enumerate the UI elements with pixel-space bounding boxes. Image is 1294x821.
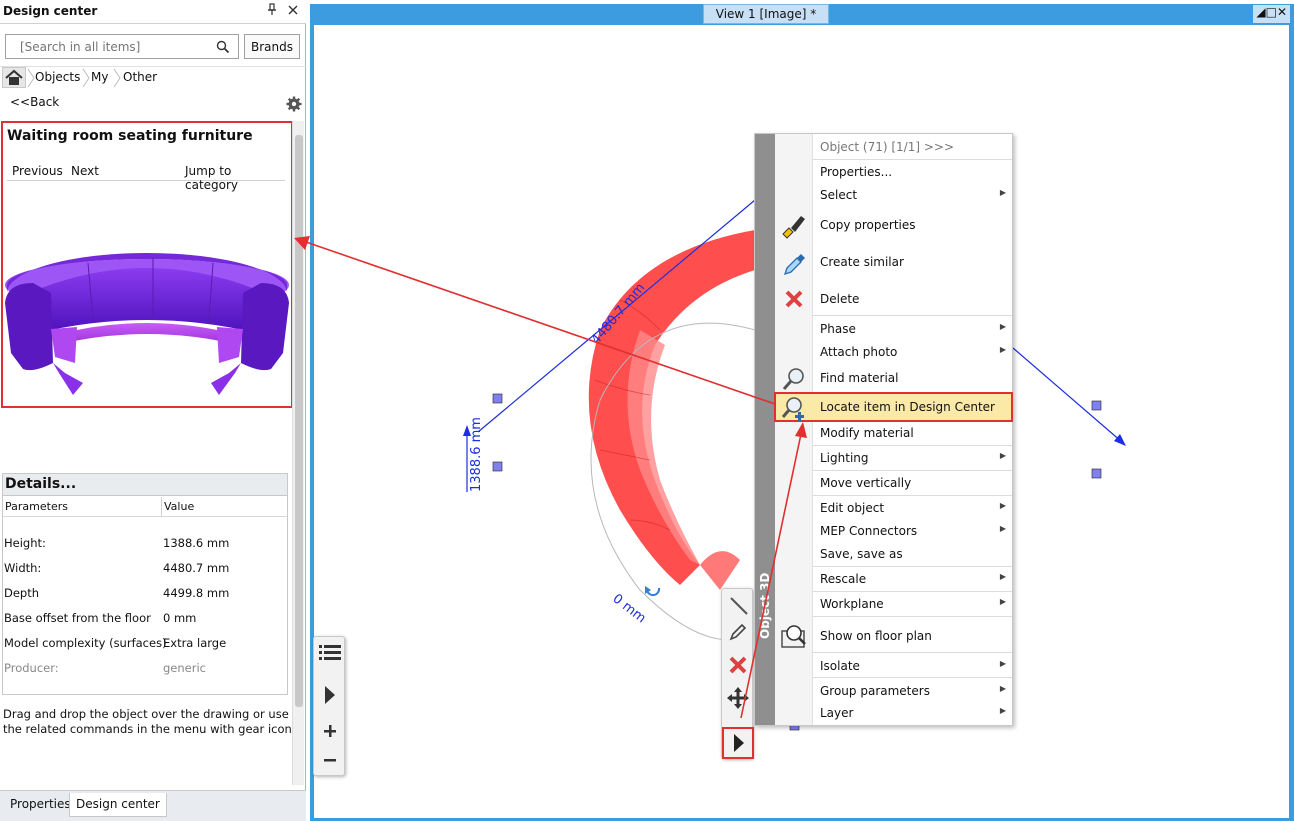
- menu-item-label: Lighting: [820, 451, 869, 465]
- list-icon[interactable]: [318, 641, 342, 665]
- eyedropper-icon: [783, 254, 805, 276]
- grip-handle[interactable]: [492, 393, 503, 404]
- expand-toolbar-button[interactable]: [722, 727, 754, 759]
- rotation-dimension-label[interactable]: 0 mm: [610, 591, 649, 626]
- submenu-arrow-icon: ▶: [999, 501, 1006, 510]
- menu-item-label: Show on floor plan: [820, 629, 932, 643]
- play-icon[interactable]: [318, 683, 342, 707]
- menu-item-label: Move vertically: [820, 476, 912, 490]
- submenu-arrow-icon: ▶: [999, 524, 1006, 533]
- rotate-handle-icon[interactable]: [645, 586, 661, 597]
- move-icon[interactable]: [726, 686, 750, 710]
- depth-arrow-icon: [1114, 434, 1126, 446]
- floor-plan-icon: [781, 625, 806, 648]
- view-toolbar: [313, 636, 345, 776]
- menu-separator: [813, 677, 1012, 678]
- menu-item-label: Modify material: [820, 426, 914, 440]
- menu-separator: [813, 566, 1012, 567]
- submenu-arrow-icon: ▶: [999, 684, 1006, 693]
- menu-item-label: Properties...: [820, 165, 893, 179]
- menu-separator: [813, 315, 1012, 316]
- menu-separator: [813, 591, 1012, 592]
- object3d-toolbar: [721, 588, 754, 759]
- submenu-arrow-icon: ▶: [999, 597, 1006, 606]
- drawing-overlay: 4480.7 mm 1388.6 mm 0 mm: [463, 199, 1126, 731]
- delete-icon[interactable]: [726, 653, 750, 677]
- submenu-arrow-icon: ▶: [999, 322, 1006, 331]
- menu-item-label: Layer: [820, 706, 854, 720]
- menu-item-label: Edit object: [820, 501, 885, 515]
- menu-item-label: Create similar: [820, 255, 904, 269]
- menu-item-label: Rescale: [820, 572, 867, 586]
- menu-item-label: Save, save as: [820, 547, 903, 561]
- menu-item-label: Copy properties: [820, 218, 916, 232]
- menu-item-label: MEP Connectors: [820, 524, 918, 538]
- menu-separator: [813, 445, 1012, 446]
- menu-separator: [813, 616, 1012, 617]
- pencil-icon[interactable]: [726, 620, 750, 644]
- menu-separator: [813, 470, 1012, 471]
- menu-separator: [813, 495, 1012, 496]
- grip-handle[interactable]: [492, 461, 503, 472]
- menu-item-label: Isolate: [820, 659, 860, 673]
- menu-item-label: Select: [820, 188, 858, 202]
- grip-handle[interactable]: [1091, 468, 1102, 479]
- diagonal-handle-icon[interactable]: [726, 593, 750, 617]
- submenu-arrow-icon: ▶: [999, 188, 1006, 197]
- red-seating-object[interactable]: [588, 230, 755, 590]
- menu-separator: [813, 652, 1012, 653]
- locate-design-center-icon: [781, 397, 804, 421]
- menu-item-label: Find material: [820, 371, 899, 385]
- menu-item-label: Phase: [820, 322, 856, 336]
- menu-separator: [813, 159, 1012, 160]
- submenu-arrow-icon: ▶: [999, 706, 1006, 715]
- height-dimension-label[interactable]: 1388.6 mm: [469, 417, 484, 492]
- find-material-icon: [782, 368, 804, 390]
- submenu-arrow-icon: ▶: [999, 345, 1006, 354]
- menu-item-label: Attach photo: [820, 345, 898, 359]
- submenu-arrow-icon: ▶: [999, 451, 1006, 460]
- depth-dimension-line: [1012, 347, 1123, 443]
- object3d-label: Object 3D: [758, 572, 772, 639]
- submenu-arrow-icon: ▶: [999, 659, 1006, 668]
- menu-item-label: Delete: [820, 292, 860, 306]
- object-context-menu: Object 3D Object (71) [1/1] >>> Properti…: [754, 133, 1013, 726]
- brush-icon: [782, 216, 805, 239]
- menu-item-label: Locate item in Design Center: [820, 400, 995, 414]
- delete-icon: [785, 290, 803, 308]
- zoom-in-icon[interactable]: [318, 719, 342, 743]
- menu-item-label: Group parameters: [820, 684, 930, 698]
- menu-sidebar: Object 3D: [755, 134, 775, 725]
- grip-handle[interactable]: [1091, 400, 1102, 411]
- submenu-arrow-icon: ▶: [999, 572, 1006, 581]
- zoom-out-icon[interactable]: [318, 748, 342, 772]
- menu-item-label: Workplane: [820, 597, 884, 611]
- menu-header-label: Object (71) [1/1] >>>: [820, 140, 954, 154]
